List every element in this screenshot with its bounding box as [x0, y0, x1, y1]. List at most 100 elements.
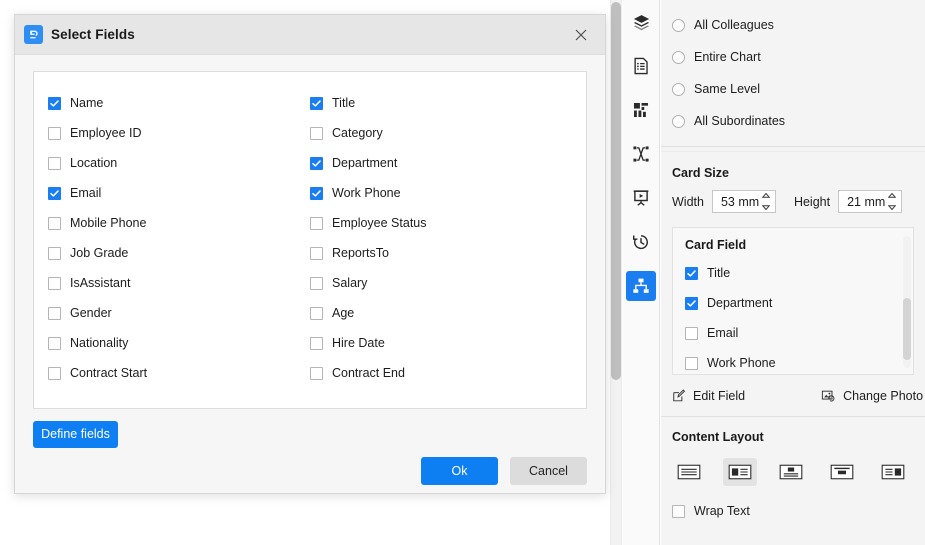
checkbox[interactable] [685, 296, 698, 310]
page-scrollbar-thumb[interactable] [611, 2, 621, 380]
layout-photo-banner-icon[interactable] [825, 458, 859, 486]
card-height-stepper[interactable]: 21 mm [838, 190, 903, 213]
history-icon[interactable] [626, 227, 656, 257]
checkbox[interactable] [48, 156, 61, 170]
card-field-box: Card Field Title Department Email Work Phon… [672, 227, 914, 375]
connector-icon[interactable] [626, 139, 656, 169]
field-option-category[interactable]: Category [310, 118, 572, 148]
wrap-text-checkbox[interactable] [672, 504, 685, 518]
field-option-email[interactable]: Email [48, 178, 310, 208]
field-option-employee-status[interactable]: Employee Status [310, 208, 572, 238]
field-option-age[interactable]: Age [310, 298, 572, 328]
scope-option-all-colleagues[interactable]: All Colleagues [661, 9, 925, 41]
org-chart-icon[interactable] [626, 271, 656, 301]
field-option-reportsto[interactable]: ReportsTo [310, 238, 572, 268]
checkbox[interactable] [48, 96, 61, 110]
layout-photo-left-icon[interactable] [723, 458, 757, 486]
checkbox[interactable] [685, 266, 698, 280]
checkbox[interactable] [48, 276, 61, 290]
field-option-contract-start[interactable]: Contract Start [48, 358, 310, 388]
field-option-hire-date[interactable]: Hire Date [310, 328, 572, 358]
checkbox[interactable] [48, 186, 61, 200]
checkbox[interactable] [48, 336, 61, 350]
field-option-isassistant[interactable]: IsAssistant [48, 268, 310, 298]
checkbox[interactable] [310, 96, 323, 110]
edit-field-button[interactable]: Edit Field [672, 389, 745, 403]
checkbox[interactable] [48, 216, 61, 230]
checkbox[interactable] [48, 126, 61, 140]
card-width-stepper[interactable]: 53 mm [711, 190, 776, 213]
checkbox[interactable] [310, 126, 323, 140]
layers-icon[interactable] [626, 7, 656, 37]
checkbox[interactable] [310, 216, 323, 230]
card-field-option-department[interactable]: Department [673, 288, 913, 318]
field-label: Contract Start [70, 366, 148, 380]
card-field-option-title[interactable]: Title [673, 258, 913, 288]
close-icon[interactable] [561, 19, 601, 50]
card-height-spin-arrows[interactable] [888, 193, 897, 210]
card-field-scrollbar-thumb[interactable] [903, 298, 911, 360]
dashboard-icon[interactable] [626, 95, 656, 125]
layout-photo-right-icon[interactable] [876, 458, 910, 486]
field-option-work-phone[interactable]: Work Phone [310, 178, 572, 208]
layout-text-only-icon[interactable] [672, 458, 706, 486]
app-logo-icon [24, 25, 43, 44]
dialog-titlebar[interactable]: Select Fields [15, 15, 605, 55]
field-option-job-grade[interactable]: Job Grade [48, 238, 310, 268]
field-option-salary[interactable]: Salary [310, 268, 572, 298]
ok-button[interactable]: Ok [421, 457, 498, 485]
card-field-label: Work Phone [707, 356, 776, 370]
checkbox[interactable] [310, 186, 323, 200]
checkbox[interactable] [310, 306, 323, 320]
field-option-contract-end[interactable]: Contract End [310, 358, 572, 388]
scope-option-label: Same Level [694, 82, 761, 96]
radio-button[interactable] [672, 18, 685, 32]
scope-option-entire-chart[interactable]: Entire Chart [661, 41, 925, 73]
edit-field-label: Edit Field [693, 389, 746, 403]
wrap-text-label: Wrap Text [694, 504, 750, 518]
wrap-text-option[interactable]: Wrap Text [661, 486, 925, 518]
change-photo-button[interactable]: Change Photo [821, 389, 923, 403]
checkbox[interactable] [310, 276, 323, 290]
field-option-mobile-phone[interactable]: Mobile Phone [48, 208, 310, 238]
field-option-nationality[interactable]: Nationality [48, 328, 310, 358]
content-layout-options [661, 454, 925, 486]
checkbox[interactable] [310, 246, 323, 260]
document-list-icon[interactable] [626, 51, 656, 81]
presentation-icon[interactable] [626, 183, 656, 213]
fields-column-right: Title Category Department Work Phone Employe… [310, 88, 572, 408]
define-fields-button[interactable]: Define fields [33, 421, 118, 448]
card-field-actions: Edit Field Change Photo [661, 375, 925, 416]
checkbox[interactable] [310, 366, 323, 380]
content-layout-heading: Content Layout [672, 430, 764, 444]
field-option-location[interactable]: Location [48, 148, 310, 178]
checkbox[interactable] [310, 336, 323, 350]
selection-scope-group: All Colleagues Entire Chart Same Level All … [661, 0, 925, 146]
checkbox[interactable] [48, 306, 61, 320]
fields-column-left: Name Employee ID Location Email Mobile Phone… [48, 88, 310, 408]
layout-photo-top-icon[interactable] [774, 458, 808, 486]
field-option-title[interactable]: Title [310, 88, 572, 118]
card-width-spin-arrows[interactable] [761, 193, 770, 210]
card-field-option-email[interactable]: Email [673, 318, 913, 348]
field-option-department[interactable]: Department [310, 148, 572, 178]
field-label: Department [332, 156, 398, 170]
field-label: ReportsTo [332, 246, 389, 260]
field-option-gender[interactable]: Gender [48, 298, 310, 328]
checkbox[interactable] [48, 366, 61, 380]
field-option-employee-id[interactable]: Employee ID [48, 118, 310, 148]
checkbox[interactable] [310, 156, 323, 170]
app-window: Select Fields Name Employee ID Location Ema… [0, 0, 925, 545]
checkbox[interactable] [685, 326, 698, 340]
radio-button[interactable] [672, 82, 685, 96]
radio-button[interactable] [672, 50, 685, 64]
checkbox[interactable] [48, 246, 61, 260]
radio-button[interactable] [672, 114, 685, 128]
cancel-button[interactable]: Cancel [510, 457, 587, 485]
field-label: Employee Status [332, 216, 427, 230]
field-option-name[interactable]: Name [48, 88, 310, 118]
checkbox[interactable] [685, 356, 698, 370]
scope-option-all-subordinates[interactable]: All Subordinates [661, 105, 925, 137]
card-field-option-work-phone[interactable]: Work Phone [673, 348, 913, 374]
scope-option-same-level[interactable]: Same Level [661, 73, 925, 105]
